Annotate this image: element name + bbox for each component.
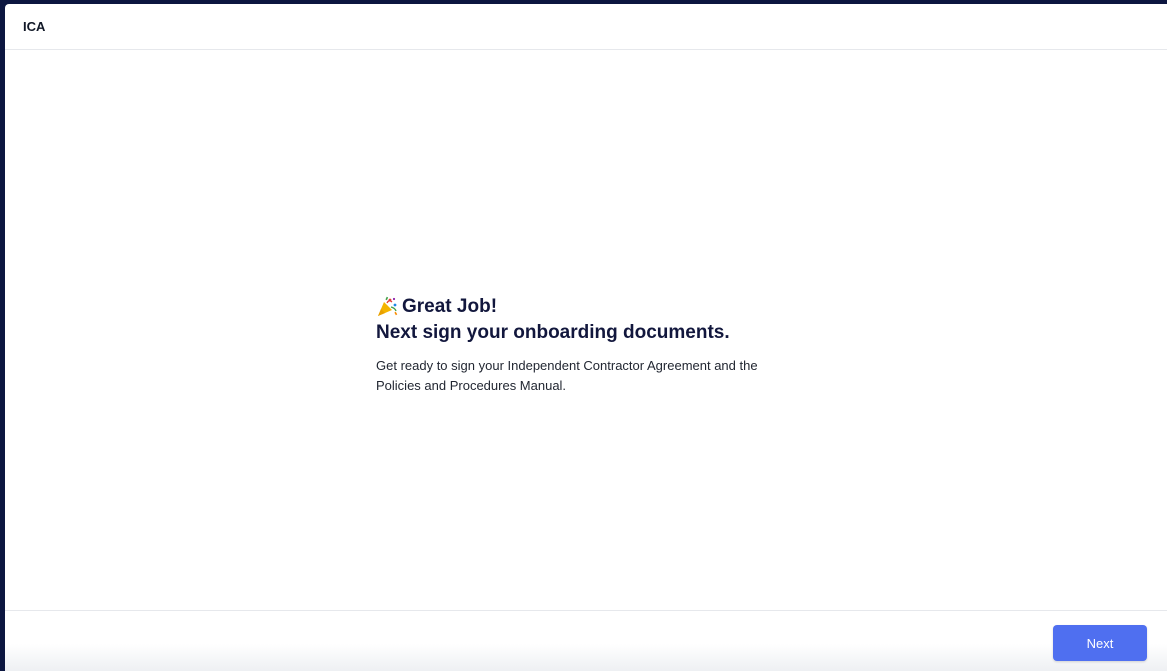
heading-line: Great Job! — [376, 295, 816, 319]
success-heading: Great Job! — [402, 296, 498, 317]
description-text: Get ready to sign your Independent Contr… — [376, 356, 816, 396]
next-step-heading: Next sign your onboarding documents. — [376, 322, 730, 343]
next-button[interactable]: Next — [1053, 625, 1147, 661]
onboarding-message: Great Job! Next sign your onboarding doc… — [376, 295, 816, 396]
footer-bar: Next — [5, 610, 1167, 671]
description-line: Policies and Procedures Manual. — [376, 378, 567, 393]
app-window: ICA Great Job! Next sign your onboarding… — [5, 4, 1167, 671]
description-line: Get ready to sign your Independent Contr… — [376, 358, 758, 373]
top-bar: ICA — [5, 4, 1167, 50]
party-popper-icon — [376, 296, 398, 318]
page-title: ICA — [23, 19, 46, 34]
